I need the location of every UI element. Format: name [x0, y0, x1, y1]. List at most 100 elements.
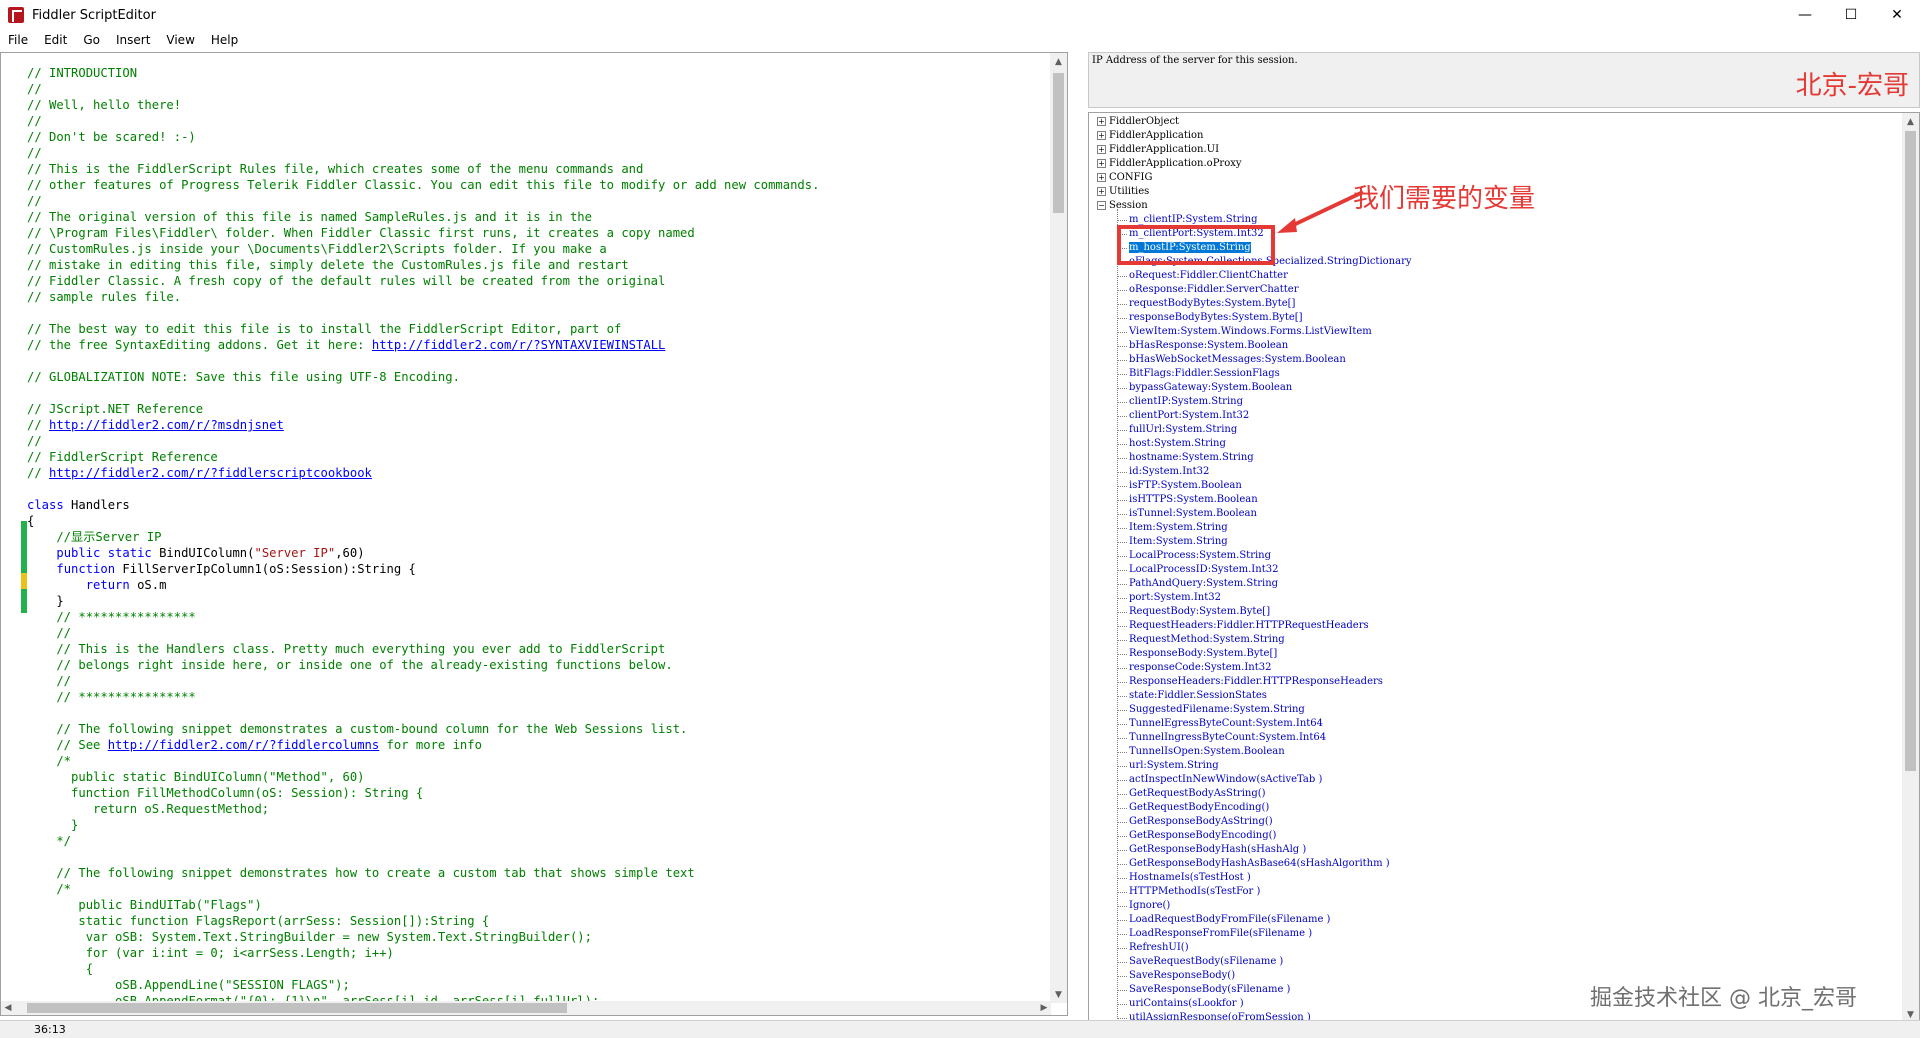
scroll-left-arrow-icon[interactable]: ◀ [1, 1001, 15, 1015]
script-editor[interactable]: // INTRODUCTION // // Well, hello there! //… [0, 52, 1068, 1016]
code-line[interactable]: // FiddlerScript Reference [27, 449, 1063, 465]
editor-hscroll-thumb[interactable] [27, 1003, 567, 1013]
code-line[interactable]: // [27, 673, 1063, 689]
code-line[interactable]: } [27, 817, 1063, 833]
tree-leaf-item[interactable]: SaveRequestBody(sFilename ) [1097, 955, 1897, 969]
code-line[interactable]: public static BindUIColumn("Server IP",6… [27, 545, 1063, 561]
code-line[interactable]: // mistake in editing this file, simply … [27, 257, 1063, 273]
tree-leaf-item[interactable]: RefreshUI() [1097, 941, 1897, 955]
code-line[interactable]: return oS.m [27, 577, 1063, 593]
tree-leaf-item[interactable]: clientPort:System.Int32 [1097, 409, 1897, 423]
code-line[interactable]: // Well, hello there! [27, 97, 1063, 113]
code-line[interactable]: // GLOBALIZATION NOTE: Save this file us… [27, 369, 1063, 385]
code-line[interactable]: var oSB: System.Text.StringBuilder = new… [27, 929, 1063, 945]
expand-icon[interactable]: + [1097, 173, 1106, 182]
expand-icon[interactable]: + [1097, 159, 1106, 168]
tree-leaf-item[interactable]: HostnameIs(sTestHost ) [1097, 871, 1897, 885]
code-line[interactable] [27, 305, 1063, 321]
code-line[interactable]: { [27, 961, 1063, 977]
code-line[interactable] [27, 849, 1063, 865]
code-line[interactable]: // belongs right inside here, or inside … [27, 657, 1063, 673]
tree-node-fiddlerobject[interactable]: + FiddlerObject [1097, 115, 1897, 129]
editor-vertical-scrollbar[interactable]: ▲ ▼ [1050, 53, 1067, 1003]
code-line[interactable]: return oS.RequestMethod; [27, 801, 1063, 817]
tree-scroll-up-arrow-icon[interactable]: ▲ [1902, 113, 1919, 130]
code-line[interactable] [27, 705, 1063, 721]
tree-leaf-item[interactable]: actInspectInNewWindow(sActiveTab ) [1097, 773, 1897, 787]
tree-leaf-item[interactable]: RequestHeaders:Fiddler.HTTPRequestHeader… [1097, 619, 1897, 633]
tree-leaf-item[interactable]: fullUrl:System.String [1097, 423, 1897, 437]
menu-go[interactable]: Go [75, 33, 108, 47]
code-link[interactable]: http://fiddler2.com/r/?msdnjsnet [49, 418, 284, 432]
code-line[interactable]: // [27, 81, 1063, 97]
tree-leaf-item[interactable]: TunnelIsOpen:System.Boolean [1097, 745, 1897, 759]
tree-leaf-item[interactable]: isTunnel:System.Boolean [1097, 507, 1897, 521]
tree-leaf-item[interactable]: SuggestedFilename:System.String [1097, 703, 1897, 717]
code-line[interactable]: //显示Server IP [27, 529, 1063, 545]
menu-view[interactable]: View [158, 33, 202, 47]
code-line[interactable]: // [27, 113, 1063, 129]
code-line[interactable]: // Fiddler Classic. A fresh copy of the … [27, 273, 1063, 289]
expand-icon[interactable]: + [1097, 131, 1106, 140]
code-line[interactable]: { [27, 513, 1063, 529]
code-line[interactable]: // The following snippet demonstrates ho… [27, 865, 1063, 881]
tree-leaf-item[interactable]: GetResponseBodyAsString() [1097, 815, 1897, 829]
code-line[interactable]: class Handlers [27, 497, 1063, 513]
tree-leaf-item[interactable]: PathAndQuery:System.String [1097, 577, 1897, 591]
code-line[interactable]: // **************** [27, 689, 1063, 705]
code-line[interactable]: for (var i:int = 0; i<arrSess.Length; i+… [27, 945, 1063, 961]
menu-insert[interactable]: Insert [108, 33, 158, 47]
code-line[interactable]: oSB.AppendFormat("{0}: {1}\n", arrSess[i… [27, 993, 1063, 1001]
code-link[interactable]: http://fiddler2.com/r/?fiddlerscriptcook… [49, 466, 372, 480]
code-link[interactable]: http://fiddler2.com/r/?fiddlercolumns [108, 738, 380, 752]
code-line[interactable]: public BindUITab("Flags") [27, 897, 1063, 913]
tree-node-fiddlerapplication[interactable]: + FiddlerApplication [1097, 129, 1897, 143]
maximize-button[interactable]: ☐ [1828, 0, 1874, 30]
code-line[interactable]: // JScript.NET Reference [27, 401, 1063, 417]
menu-file[interactable]: File [0, 33, 36, 47]
tree-leaf-item[interactable]: HTTPMethodIs(sTestFor ) [1097, 885, 1897, 899]
tree-leaf-item[interactable]: bHasResponse:System.Boolean [1097, 339, 1897, 353]
code-line[interactable]: // This is the FiddlerScript Rules file,… [27, 161, 1063, 177]
scroll-right-arrow-icon[interactable]: ▶ [1037, 1001, 1051, 1015]
tree-leaf-item[interactable]: requestBodyBytes:System.Byte[] [1097, 297, 1897, 311]
code-line[interactable]: oSB.AppendLine("SESSION FLAGS"); [27, 977, 1063, 993]
code-line[interactable]: // the free SyntaxEditing addons. Get it… [27, 337, 1063, 353]
code-line[interactable]: // CustomRules.js inside your \Documents… [27, 241, 1063, 257]
code-line[interactable]: // See http://fiddler2.com/r/?fiddlercol… [27, 737, 1063, 753]
close-button[interactable]: ✕ [1874, 0, 1920, 30]
tree-leaf-item[interactable]: port:System.Int32 [1097, 591, 1897, 605]
code-line[interactable]: function FillMethodColumn(oS: Session): … [27, 785, 1063, 801]
tree-vertical-scrollbar[interactable]: ▲ ▼ [1902, 113, 1919, 1023]
code-line[interactable]: // INTRODUCTION [27, 65, 1063, 81]
tree-leaf-item[interactable]: Item:System.String [1097, 535, 1897, 549]
tree-leaf-item[interactable]: LocalProcess:System.String [1097, 549, 1897, 563]
tree-leaf-item[interactable]: Ignore() [1097, 899, 1897, 913]
collapse-icon[interactable]: − [1097, 201, 1106, 210]
code-line[interactable]: // The best way to edit this file is to … [27, 321, 1063, 337]
code-text-area[interactable]: // INTRODUCTION // // Well, hello there! //… [27, 65, 1063, 1001]
tree-leaf-item[interactable]: LoadRequestBodyFromFile(sFilename ) [1097, 913, 1897, 927]
minimize-button[interactable]: — [1782, 0, 1828, 30]
tree-leaf-item[interactable]: ResponseBody:System.Byte[] [1097, 647, 1897, 661]
tree-leaf-item[interactable]: ViewItem:System.Windows.Forms.ListViewIt… [1097, 325, 1897, 339]
tree-vscroll-thumb[interactable] [1905, 131, 1916, 771]
tree-leaf-item[interactable]: host:System.String [1097, 437, 1897, 451]
tree-leaf-item[interactable]: ResponseHeaders:Fiddler.HTTPResponseHead… [1097, 675, 1897, 689]
code-line[interactable]: // The following snippet demonstrates a … [27, 721, 1063, 737]
scroll-up-arrow-icon[interactable]: ▲ [1050, 53, 1067, 70]
code-line[interactable]: // http://fiddler2.com/r/?msdnjsnet [27, 417, 1063, 433]
tree-leaf-item[interactable]: TunnelEgressByteCount:System.Int64 [1097, 717, 1897, 731]
code-line[interactable]: /* [27, 753, 1063, 769]
scroll-down-arrow-icon[interactable]: ▼ [1050, 986, 1067, 1003]
code-line[interactable]: function FillServerIpColumn1(oS:Session)… [27, 561, 1063, 577]
tree-leaf-item[interactable]: id:System.Int32 [1097, 465, 1897, 479]
tree-leaf-item[interactable]: RequestBody:System.Byte[] [1097, 605, 1897, 619]
tree-leaf-item[interactable]: responseBodyBytes:System.Byte[] [1097, 311, 1897, 325]
expand-icon[interactable]: + [1097, 117, 1106, 126]
code-line[interactable]: // Don't be scared! :-) [27, 129, 1063, 145]
tree-leaf-item[interactable]: oResponse:Fiddler.ServerChatter [1097, 283, 1897, 297]
code-line[interactable]: */ [27, 833, 1063, 849]
tree-leaf-item[interactable]: GetResponseBodyHashAsBase64(sHashAlgorit… [1097, 857, 1897, 871]
code-line[interactable] [27, 481, 1063, 497]
